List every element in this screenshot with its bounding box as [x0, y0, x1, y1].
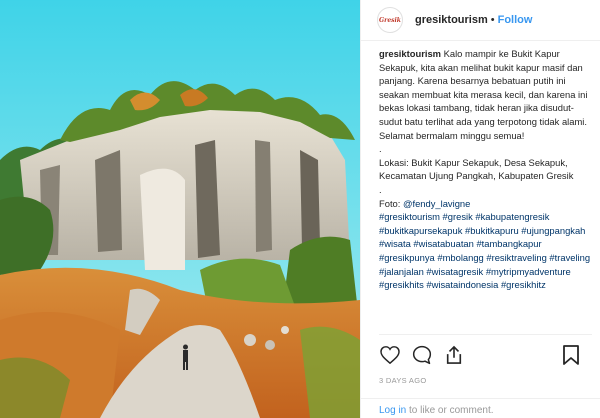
caption-credit: Foto: @fendy_lavigne: [379, 197, 592, 211]
post-caption: gresiktourism Kalo mampir ke Bukit Kapur…: [361, 41, 600, 329]
post-actions: [379, 334, 592, 367]
share-icon[interactable]: [443, 344, 465, 366]
account-avatar[interactable]: Gresik: [377, 7, 403, 33]
post-photo[interactable]: [0, 0, 360, 418]
caption-body: gresiktourism Kalo mampir ke Bukit Kapur…: [379, 47, 592, 142]
credit-handle-link[interactable]: @fendy_lavigne: [403, 198, 470, 209]
login-prompt: Log in to like or comment.: [361, 398, 600, 416]
credit-prefix: Foto:: [379, 197, 403, 209]
bookmark-icon[interactable]: [560, 344, 582, 366]
account-username[interactable]: gresiktourism: [415, 14, 488, 26]
caption-dot-2: .: [379, 183, 382, 195]
post-header: Gresik gresiktourism • Follow: [361, 0, 600, 41]
instagram-post: Gresik gresiktourism • Follow gresiktour…: [0, 0, 600, 418]
login-link[interactable]: Log in: [379, 405, 406, 416]
login-suffix: to like or comment.: [406, 405, 494, 416]
photo-image: [0, 0, 360, 418]
post-sidebar: Gresik gresiktourism • Follow gresiktour…: [360, 0, 600, 418]
comment-icon[interactable]: [411, 344, 433, 366]
gresik-logo: Gresik: [379, 16, 401, 24]
follow-button[interactable]: Follow: [498, 14, 533, 26]
caption-dot: .: [379, 143, 382, 155]
caption-username[interactable]: gresiktourism: [379, 48, 441, 59]
header-separator: •: [490, 14, 495, 26]
heart-icon[interactable]: [379, 344, 401, 366]
caption-hashtags[interactable]: #gresiktourism #gresik #kabupatengresik …: [379, 210, 592, 292]
caption-text: Kalo mampir ke Bukit Kapur Sekapuk, kita…: [379, 48, 588, 141]
post-time-ago: 3 DAYS AGO: [379, 376, 427, 385]
caption-location: Lokasi: Bukit Kapur Sekapuk, Desa Sekapu…: [379, 156, 574, 182]
